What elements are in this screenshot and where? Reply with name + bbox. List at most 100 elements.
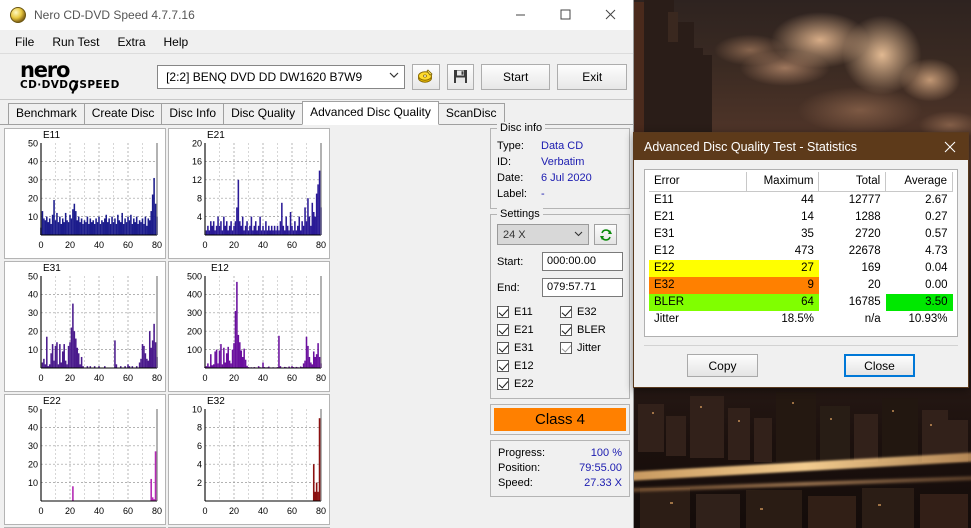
cell-maximum: 27 xyxy=(746,260,819,277)
x-tick-label: 0 xyxy=(38,506,43,516)
nero-main-window: Nero CD-DVD Speed 4.7.7.16 File Run Test… xyxy=(0,0,634,528)
cell-average: 0.00 xyxy=(925,279,948,291)
disc-info-group: Disc info Type: Data CD ID: Verbatim Dat… xyxy=(490,122,630,209)
table-row: E11 44 12777 2.67 xyxy=(649,192,953,210)
disc-info-key-label: Label: xyxy=(497,188,527,200)
y-tick-label: 40 xyxy=(28,423,38,433)
x-tick-label: 20 xyxy=(65,373,75,383)
tab-disc-quality[interactable]: Disc Quality xyxy=(223,103,304,124)
y-tick-label: 10 xyxy=(28,212,38,222)
progress-row: Progress: 100 % xyxy=(498,446,622,461)
checkbox-e11[interactable]: E11 xyxy=(497,306,560,318)
start-field-row: Start: 000:00.00 xyxy=(497,252,623,271)
y-tick-label: 50 xyxy=(28,271,38,281)
tab-advanced-disc-quality[interactable]: Advanced Disc Quality xyxy=(302,101,439,125)
cell-total: 22678 xyxy=(848,245,881,257)
checkbox-e32[interactable]: E32 xyxy=(560,306,623,318)
tab-benchmark[interactable]: Benchmark xyxy=(8,103,85,124)
cell-maximum: 35 xyxy=(801,228,814,240)
cell-maximum: 18.5% xyxy=(781,313,814,325)
copy-button[interactable]: Copy xyxy=(687,354,758,377)
x-tick-label: 20 xyxy=(229,506,239,516)
x-tick-label: 40 xyxy=(258,506,268,516)
menu-bar: File Run Test Extra Help xyxy=(0,30,633,54)
cell-average: 3.50 xyxy=(885,294,953,311)
tab-create-disc[interactable]: Create Disc xyxy=(83,103,163,124)
y-tick-label: 12 xyxy=(192,175,202,185)
x-tick-label: 80 xyxy=(316,240,326,250)
check-icon xyxy=(560,306,572,318)
refresh-button[interactable] xyxy=(594,224,617,245)
speed-select[interactable]: 24 X xyxy=(497,224,589,245)
checkbox-e31[interactable]: E31 xyxy=(497,342,560,354)
minimize-button[interactable] xyxy=(498,0,543,30)
x-tick-label: 80 xyxy=(152,506,162,516)
close-button[interactable] xyxy=(588,0,633,30)
checkbox-e21[interactable]: E21 xyxy=(497,324,560,336)
floppy-save-icon xyxy=(453,70,467,83)
cell-error: E22 xyxy=(649,260,747,277)
y-tick-label: 50 xyxy=(28,138,38,148)
x-tick-label: 80 xyxy=(316,506,326,516)
end-input[interactable]: 079:57.71 xyxy=(542,278,623,297)
y-tick-label: 20 xyxy=(192,138,202,148)
col-header-maximum: Maximum xyxy=(746,172,820,192)
y-tick-label: 30 xyxy=(28,308,38,318)
exit-button[interactable]: Exit xyxy=(557,63,627,90)
disc-info-row-id: ID: Verbatim xyxy=(497,154,623,170)
speed-value: 27.33 X xyxy=(584,477,622,489)
drive-select[interactable]: [2:2] BENQ DVD DD DW1620 B7W9 xyxy=(157,64,406,89)
cell-total: 20 xyxy=(867,279,881,291)
checkbox-e12[interactable]: E12 xyxy=(497,360,560,372)
checkbox-label-e31: E31 xyxy=(514,342,534,354)
dialog-close-button[interactable] xyxy=(932,133,968,160)
y-tick-label: 30 xyxy=(28,441,38,451)
chart-svg-e32: 2 4 6 8 10 0 20 40 60 80 xyxy=(192,404,326,516)
y-tick-label: 2 xyxy=(197,478,202,488)
refresh-icon xyxy=(599,228,612,241)
logo-cd-dvd-text: CD·DVD xyxy=(20,79,69,91)
menu-item-extra[interactable]: Extra xyxy=(108,32,154,52)
tab-disc-info[interactable]: Disc Info xyxy=(161,103,225,124)
start-button[interactable]: Start xyxy=(480,63,551,90)
menu-item-help[interactable]: Help xyxy=(155,32,198,52)
y-tick-label: 30 xyxy=(28,175,38,185)
cell-total: 169 xyxy=(861,262,881,274)
menu-item-file[interactable]: File xyxy=(6,32,43,52)
chart-e21: E21 4 8 12 16 20 0 20 40 60 80 xyxy=(168,128,330,259)
check-icon xyxy=(497,360,509,372)
y-tick-label: 6 xyxy=(197,441,202,451)
table-row: E21 14 1288 0.27 xyxy=(649,209,953,226)
progress-box: Progress: 100 % Position: 79:55.00 Speed… xyxy=(490,440,630,497)
check-icon xyxy=(497,324,509,336)
x-tick-label: 0 xyxy=(202,373,207,383)
x-tick-label: 60 xyxy=(123,506,133,516)
checkbox-jitter[interactable]: Jitter xyxy=(560,342,623,354)
menu-item-run-test[interactable]: Run Test xyxy=(43,32,108,52)
maximize-button[interactable] xyxy=(543,0,588,30)
tab-scandisc[interactable]: ScanDisc xyxy=(437,103,505,124)
chart-e31: E31 10 20 30 40 50 0 20 40 60 80 xyxy=(4,261,166,392)
y-tick-label: 20 xyxy=(28,460,38,470)
chart-svg-e21: 4 8 12 16 20 0 20 40 60 80 xyxy=(192,138,326,250)
checkbox-label-e32: E32 xyxy=(577,306,597,318)
disc-info-key-id: ID: xyxy=(497,156,512,168)
disc-info-value-type: Data CD xyxy=(541,140,584,152)
checkbox-label-e22: E22 xyxy=(514,378,534,390)
y-tick-label: 200 xyxy=(187,327,202,337)
save-button[interactable] xyxy=(446,63,474,90)
start-field-label: Start: xyxy=(497,255,524,268)
x-tick-label: 40 xyxy=(94,240,104,250)
checkbox-label-jitter: Jitter xyxy=(577,342,601,354)
chart-title-e21: E21 xyxy=(207,130,225,141)
dialog-close-action-button[interactable]: Close xyxy=(844,354,915,377)
start-input[interactable]: 000:00.00 xyxy=(542,252,623,271)
checkbox-bler[interactable]: BLER xyxy=(560,324,623,336)
wallpaper-skyline-towers xyxy=(630,0,750,145)
chart-e32: E32 2 4 6 8 10 0 20 40 60 80 xyxy=(168,394,330,525)
cell-total: 12777 xyxy=(848,194,881,206)
checkbox-e22[interactable]: E22 xyxy=(497,378,560,390)
checkbox-spacer-1 xyxy=(560,360,623,372)
check-icon xyxy=(497,306,509,318)
disc-scan-button[interactable] xyxy=(412,63,440,90)
